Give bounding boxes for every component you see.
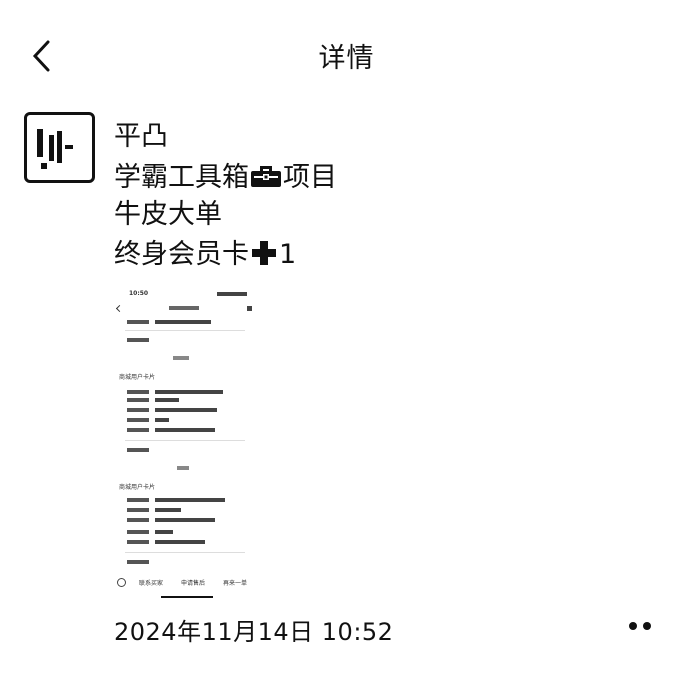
post-line-1: 学霸工具箱 项目 [114, 160, 337, 195]
shot-row [119, 320, 243, 326]
avatar[interactable] [24, 112, 95, 183]
shot-status-time: 10:50 [129, 290, 149, 297]
shot-row [119, 448, 243, 454]
shot-row [119, 530, 243, 536]
shot-row [119, 418, 243, 424]
shot-row [119, 390, 243, 396]
page-title: 详情 [318, 43, 375, 74]
shot-row [119, 518, 243, 524]
shot-share-icon [247, 306, 252, 311]
shot-row [119, 498, 243, 504]
plus-icon [252, 241, 276, 265]
post-line-3-text: 终身会员卡 [114, 239, 249, 270]
shot-status-icons [217, 292, 247, 296]
shot-section-1-title: 商城用户卡片 [119, 374, 156, 381]
shot-tab-3: 再来一单 [223, 580, 248, 587]
shot-divider [125, 330, 245, 331]
shot-row [119, 428, 243, 434]
shot-home-indicator [161, 596, 213, 598]
shot-row [119, 540, 243, 546]
shot-row [119, 398, 243, 404]
shot-row [119, 408, 243, 414]
post-timestamp: 2024年11月14日 10:52 [114, 618, 394, 646]
shot-section-label [173, 356, 189, 360]
shot-back-icon [115, 304, 124, 313]
shot-tab-1: 联系买家 [139, 580, 164, 587]
shot-section-2-title: 商城用户卡片 [119, 484, 156, 491]
post-line-3: 终身会员卡 1 [114, 238, 296, 272]
more-dots-icon [629, 622, 651, 630]
more-button[interactable] [624, 618, 656, 634]
shot-service-icon [117, 578, 126, 587]
shot-tab-2: 申请售后 [181, 580, 206, 587]
post-line-1-text: 学霸工具箱 [114, 162, 249, 193]
shot-row [119, 508, 243, 514]
shot-section-label [177, 466, 189, 470]
post-name: 平凸 [114, 121, 168, 152]
post-line-2: 牛皮大单 [114, 199, 222, 230]
post-line-1-suffix: 项目 [283, 162, 337, 193]
shot-row [119, 338, 243, 344]
shot-divider [125, 440, 245, 441]
attached-screenshot[interactable]: 10:50 商城用户卡片 商城用户卡片 联系买家 申请售后 再来一单 [113, 286, 256, 600]
shot-divider [125, 552, 245, 553]
toolbox-icon [251, 166, 281, 187]
shot-row [119, 560, 243, 566]
shot-title [169, 306, 199, 310]
post-line-3-count: 1 [279, 239, 297, 270]
